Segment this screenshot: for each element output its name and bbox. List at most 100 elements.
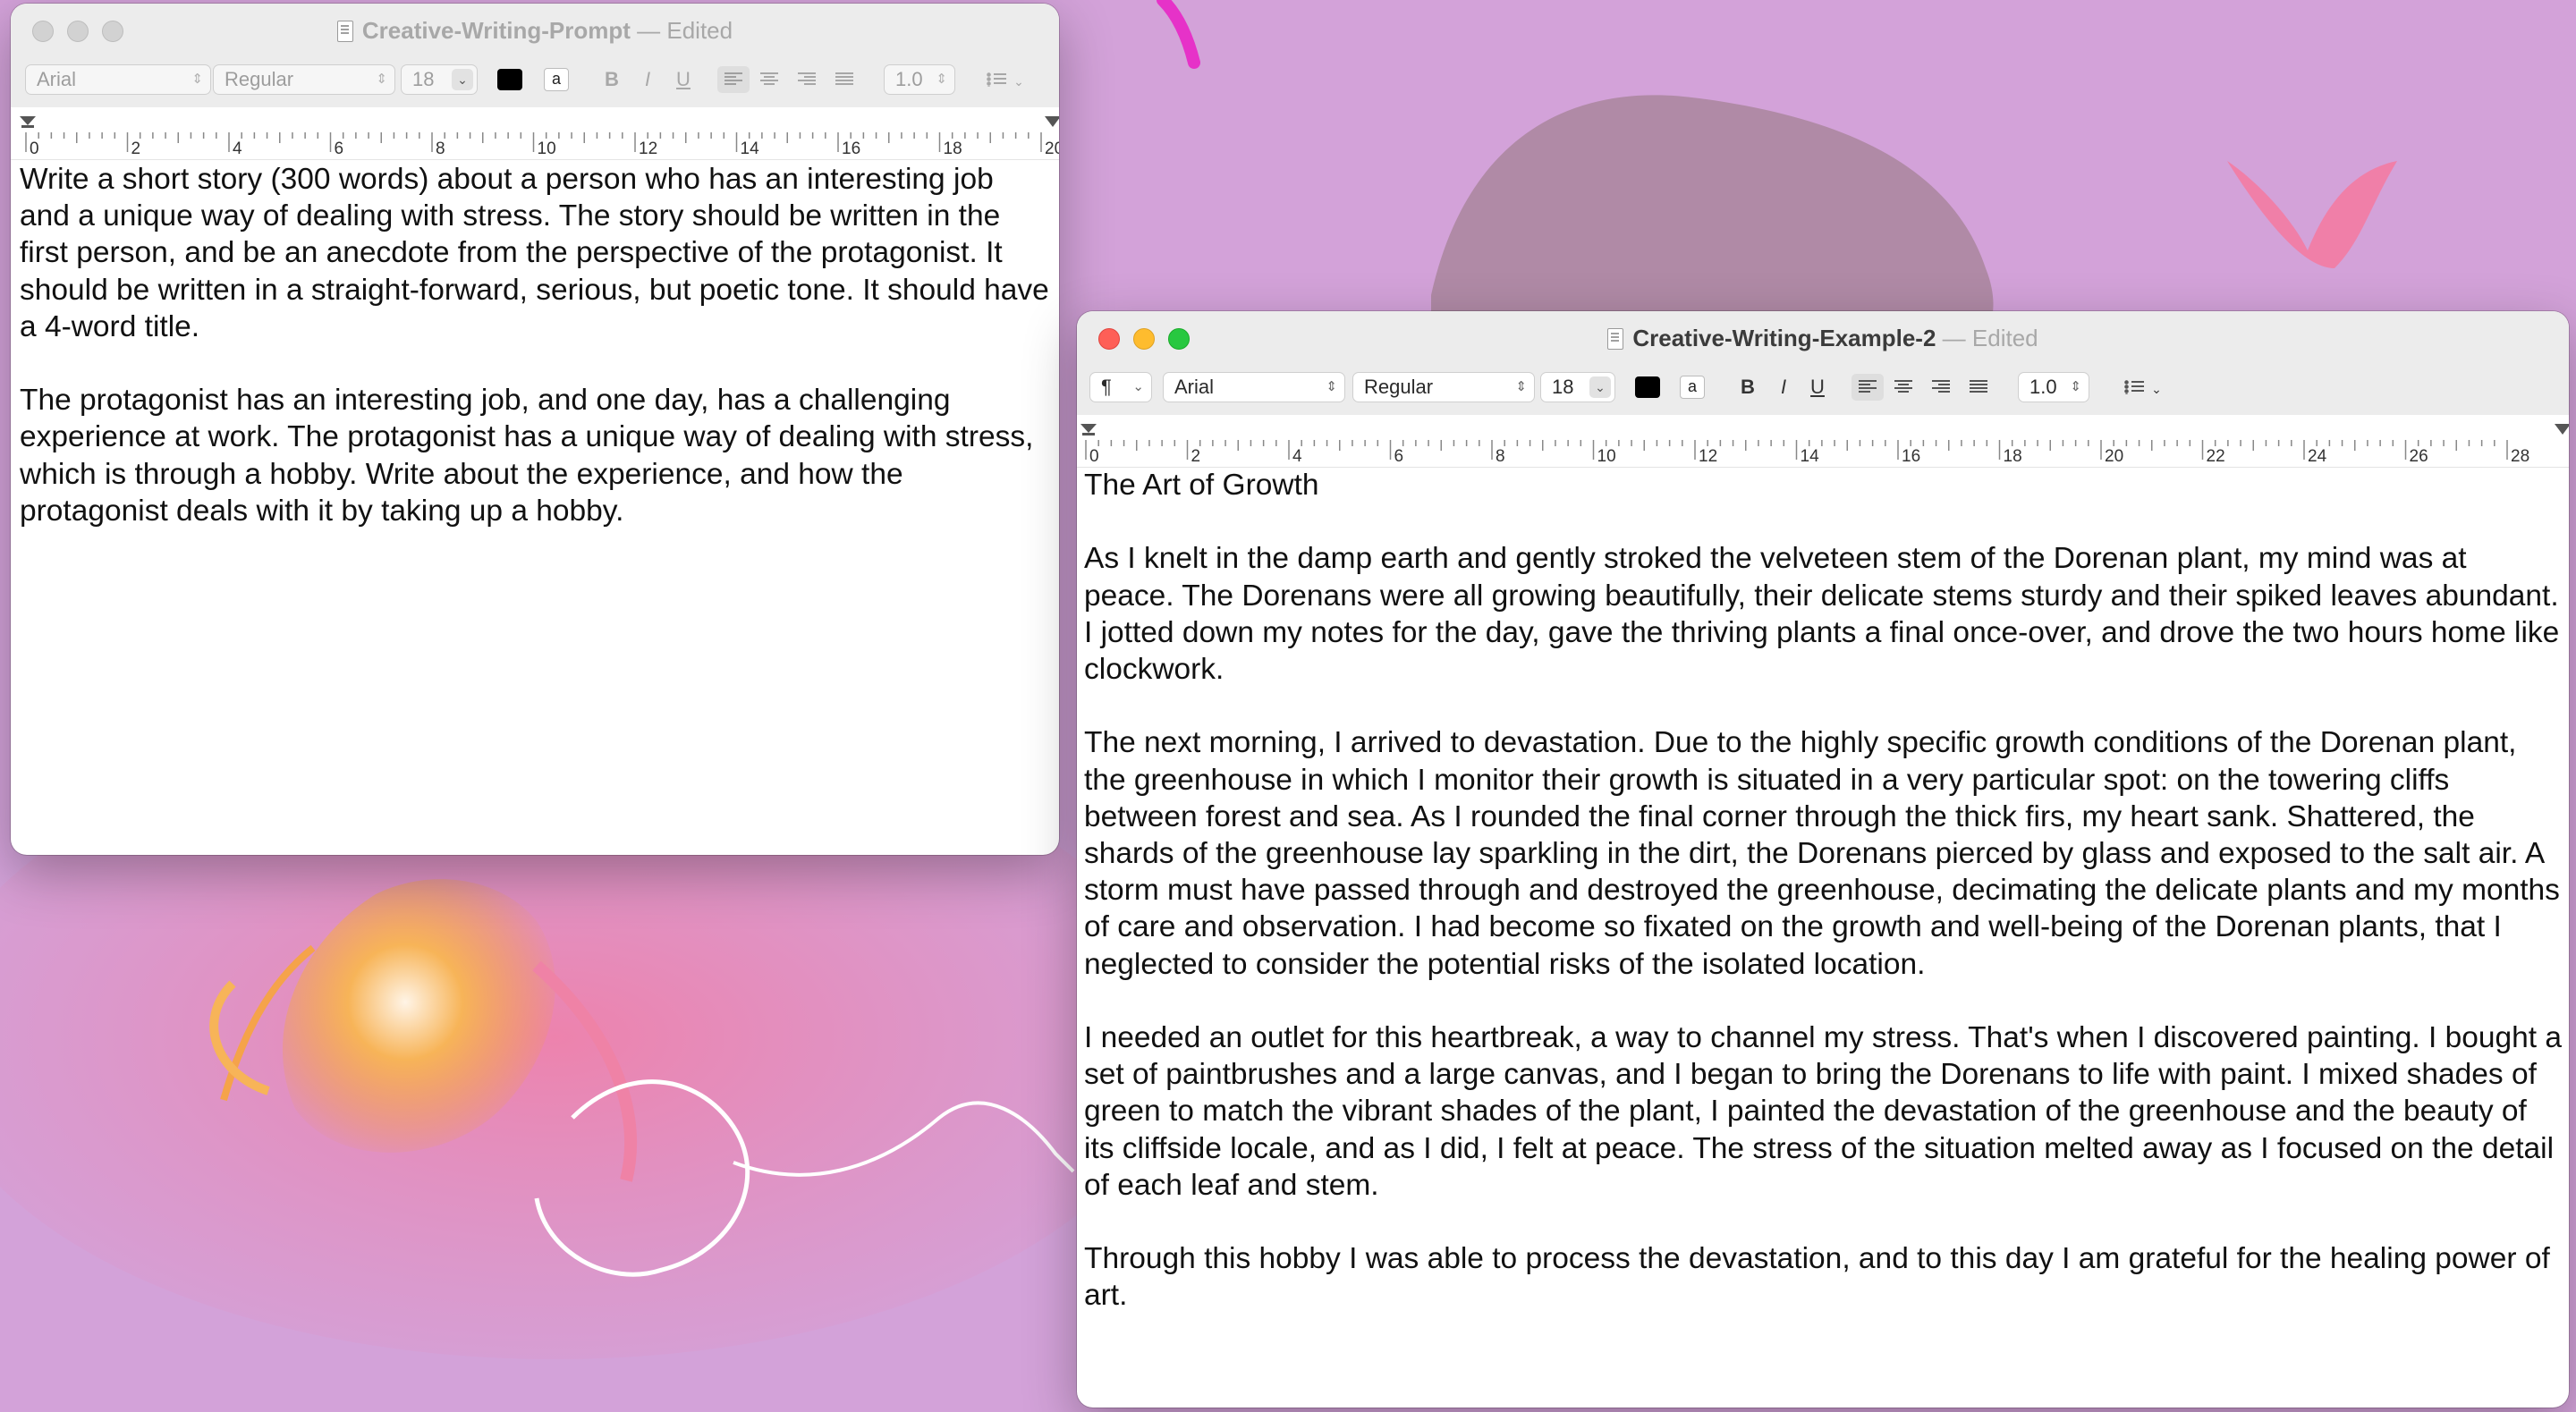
- align-left-icon: [724, 72, 742, 87]
- align-right-icon: [798, 72, 816, 87]
- bulleted-list-icon: [2124, 380, 2145, 394]
- left-margin-marker[interactable]: [1080, 424, 1097, 433]
- text-color-swatch[interactable]: [1635, 376, 1660, 398]
- font-family-select[interactable]: Arial ⇕: [25, 64, 211, 95]
- left-margin-marker[interactable]: [20, 116, 36, 125]
- align-left-icon: [1859, 380, 1877, 394]
- justify-button[interactable]: [828, 66, 860, 93]
- line-spacing-select[interactable]: 1.0 ⇕: [2018, 372, 2089, 402]
- ruler-label: 16: [842, 140, 860, 158]
- example-window: Creative-Writing-Example-2 — Edited ¶ ⌄ A…: [1077, 311, 2569, 1408]
- align-right-button[interactable]: [791, 66, 823, 93]
- text-color-swatch[interactable]: [497, 69, 522, 90]
- align-center-icon: [760, 72, 778, 87]
- chevron-down-icon[interactable]: ⌄: [1589, 376, 1611, 398]
- bold-button[interactable]: B: [1732, 374, 1764, 401]
- ruler-label: 28: [2511, 447, 2529, 466]
- highlight-color-button[interactable]: a: [1680, 376, 1705, 399]
- ruler-label: 20: [1045, 140, 1059, 158]
- highlight-color-button[interactable]: a: [544, 68, 569, 91]
- align-center-button[interactable]: [753, 66, 785, 93]
- first-line-indent-marker[interactable]: [21, 125, 34, 128]
- ruler-label: 8: [436, 140, 445, 158]
- updown-arrows-icon: ⇕: [936, 72, 947, 87]
- ruler-label: 4: [1292, 447, 1302, 466]
- ruler-label: 2: [1191, 447, 1201, 466]
- font-size-field[interactable]: 18 ⌄: [1540, 372, 1615, 402]
- first-line-indent-marker[interactable]: [1082, 433, 1095, 435]
- title-status: Edited: [666, 17, 733, 44]
- ruler-label: 22: [2207, 447, 2225, 466]
- chevron-down-icon[interactable]: ⌄: [452, 69, 473, 90]
- ruler-label: 0: [30, 140, 39, 158]
- ruler-label: 12: [1699, 447, 1717, 466]
- ruler-label: 8: [1496, 447, 1505, 466]
- format-toolbar: Arial ⇕ Regular ⇕ 18 ⌄ a B I U 1.0 ⇕ ⌄: [11, 59, 1059, 102]
- updown-arrows-icon: ⇕: [1515, 379, 1527, 394]
- document-icon: [1607, 328, 1624, 350]
- italic-button[interactable]: I: [1767, 374, 1800, 401]
- ruler[interactable]: 0 2 4 6 8 10 12 14 16 18 20 22 24 26 28: [1077, 415, 2569, 468]
- chevron-down-icon: ⌄: [1013, 74, 1024, 89]
- list-style-button[interactable]: ⌄: [977, 66, 1034, 93]
- window-title: Creative-Writing-Example-2 — Edited: [1077, 324, 2569, 352]
- paragraph-icon: ¶: [1101, 376, 1112, 398]
- title-filename: Creative-Writing-Prompt: [361, 17, 631, 44]
- window-title: Creative-Writing-Prompt — Edited: [11, 16, 1059, 45]
- document-icon: [336, 21, 353, 42]
- ruler-label: 14: [741, 140, 760, 158]
- ruler-ticks: 0 2 4 6 8 10 12 14 16 18 20 22 24 26 28: [1080, 424, 2569, 466]
- updown-arrows-icon: ⇕: [191, 72, 203, 87]
- list-style-button[interactable]: ⌄: [2114, 374, 2172, 401]
- paragraph-styles-button[interactable]: ¶ ⌄: [1089, 372, 1152, 402]
- document-text-area[interactable]: The Art of Growth As I knelt in the damp…: [1077, 467, 2569, 1397]
- title-status: Edited: [1971, 325, 2038, 351]
- underline-button[interactable]: U: [667, 66, 699, 93]
- right-margin-marker[interactable]: [1045, 116, 1059, 127]
- align-justify-icon: [835, 72, 853, 87]
- font-family-select[interactable]: Arial ⇕: [1163, 372, 1345, 402]
- updown-arrows-icon: ⇕: [2070, 379, 2081, 394]
- document-text-area[interactable]: Write a short story (300 words) about a …: [11, 161, 1059, 841]
- ruler-label: 4: [233, 140, 242, 158]
- updown-arrows-icon: ⇕: [1326, 379, 1337, 394]
- ruler-label: 10: [1597, 447, 1616, 466]
- updown-arrows-icon: ⇕: [376, 72, 387, 87]
- line-spacing-select[interactable]: 1.0 ⇕: [884, 64, 955, 95]
- ruler-ticks: 0 2 4 6 8 10 12 14 16 18 20: [20, 116, 1059, 158]
- justify-button[interactable]: [1962, 374, 1995, 401]
- ruler-label: 16: [1902, 447, 1920, 466]
- format-toolbar: ¶ ⌄ Arial ⇕ Regular ⇕ 18 ⌄ a B I U 1.0 ⇕ ⌄: [1077, 367, 2569, 410]
- align-center-icon: [1894, 380, 1912, 394]
- align-right-button[interactable]: [1925, 374, 1957, 401]
- align-center-button[interactable]: [1887, 374, 1919, 401]
- ruler-label: 14: [1801, 447, 1820, 466]
- ruler-label: 20: [2105, 447, 2123, 466]
- bold-button[interactable]: B: [596, 66, 628, 93]
- ruler-label: 6: [1394, 447, 1404, 466]
- font-style-select[interactable]: Regular ⇕: [1352, 372, 1535, 402]
- ruler-label: 6: [335, 140, 344, 158]
- title-filename: Creative-Writing-Example-2: [1632, 325, 1936, 351]
- ruler-label: 24: [2308, 447, 2327, 466]
- prompt-window: Creative-Writing-Prompt — Edited Arial ⇕ …: [11, 4, 1059, 855]
- align-left-button[interactable]: [717, 66, 750, 93]
- ruler-label: 12: [639, 140, 657, 158]
- ruler-label: 18: [2004, 447, 2022, 466]
- ruler[interactable]: 0 2 4 6 8 10 12 14 16 18 20: [11, 107, 1059, 160]
- font-size-field[interactable]: 18 ⌄: [401, 64, 478, 95]
- ruler-label: 18: [944, 140, 962, 158]
- right-margin-marker[interactable]: [2555, 424, 2569, 435]
- align-left-button[interactable]: [1852, 374, 1884, 401]
- prompt-titlebar[interactable]: Creative-Writing-Prompt — Edited Arial ⇕ …: [11, 4, 1059, 107]
- ruler-label: 10: [538, 140, 556, 158]
- underline-button[interactable]: U: [1801, 374, 1834, 401]
- align-right-icon: [1932, 380, 1950, 394]
- chevron-down-icon: ⌄: [1132, 379, 1144, 394]
- italic-button[interactable]: I: [631, 66, 664, 93]
- chevron-down-icon: ⌄: [2151, 382, 2162, 396]
- example-titlebar[interactable]: Creative-Writing-Example-2 — Edited ¶ ⌄ A…: [1077, 311, 2569, 415]
- font-style-select[interactable]: Regular ⇕: [213, 64, 395, 95]
- ruler-label: 26: [2410, 447, 2428, 466]
- bulleted-list-icon: [987, 72, 1007, 87]
